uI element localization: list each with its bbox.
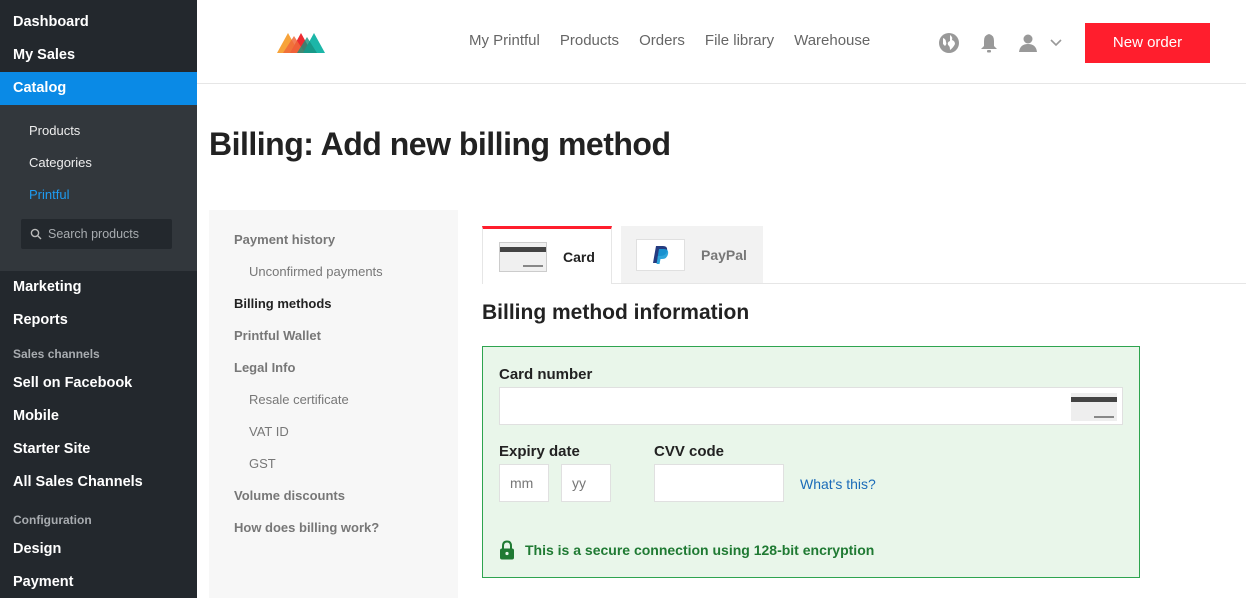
nav-file-library[interactable]: File library bbox=[705, 32, 774, 49]
tab-card-label: Card bbox=[563, 248, 595, 265]
search-icon bbox=[30, 228, 42, 240]
card-number-label: Card number bbox=[499, 366, 593, 383]
section-title: Billing method information bbox=[482, 301, 750, 324]
cvv-label: CVV code bbox=[654, 443, 725, 460]
sidebar-item-mobile[interactable]: Mobile bbox=[0, 400, 197, 433]
billing-nav-resale-certificate[interactable]: Resale certificate bbox=[209, 389, 458, 421]
printful-logo-icon bbox=[277, 33, 325, 53]
tab-paypal-label: PayPal bbox=[701, 246, 747, 263]
sidebar-item-payment[interactable]: Payment bbox=[0, 566, 197, 598]
user-icon[interactable] bbox=[1017, 32, 1039, 54]
billing-nav-billing-methods[interactable]: Billing methods bbox=[209, 293, 458, 325]
billing-nav-vat-id[interactable]: VAT ID bbox=[209, 421, 458, 453]
paypal-logo-icon bbox=[636, 238, 685, 271]
lock-icon bbox=[500, 540, 514, 560]
cvv-input[interactable] bbox=[654, 464, 784, 502]
expiry-date-label: Expiry date bbox=[499, 443, 580, 460]
tab-paypal[interactable]: PayPal bbox=[621, 226, 763, 283]
search-products-input[interactable] bbox=[48, 227, 163, 241]
top-header: My Printful Products Orders File library… bbox=[197, 0, 1246, 84]
sidebar-heading-configuration: Configuration bbox=[13, 513, 92, 527]
nav-orders[interactable]: Orders bbox=[639, 32, 685, 49]
billing-nav-unconfirmed-payments[interactable]: Unconfirmed payments bbox=[209, 261, 458, 293]
secure-connection-text: This is a secure connection using 128-bi… bbox=[525, 542, 875, 558]
admin-sidebar: Dashboard My Sales Catalog Products Cate… bbox=[0, 0, 197, 598]
sidebar-item-design[interactable]: Design bbox=[0, 533, 197, 566]
billing-nav-volume-discounts[interactable]: Volume discounts bbox=[209, 485, 458, 517]
card-number-wrapper bbox=[499, 387, 1123, 425]
tab-card[interactable]: Card bbox=[482, 226, 612, 284]
whats-this-link[interactable]: What's this? bbox=[800, 476, 876, 492]
sidebar-search bbox=[21, 219, 172, 249]
sidebar-item-all-sales-channels[interactable]: All Sales Channels bbox=[0, 466, 197, 499]
sidebar-item-dashboard[interactable]: Dashboard bbox=[0, 6, 197, 39]
sidebar-subitem-printful[interactable]: Printful bbox=[0, 179, 197, 211]
nav-my-printful[interactable]: My Printful bbox=[469, 32, 540, 49]
nav-products[interactable]: Products bbox=[560, 32, 619, 49]
billing-nav: Payment history Unconfirmed payments Bil… bbox=[209, 210, 458, 598]
main-nav: My Printful Products Orders File library… bbox=[469, 32, 890, 49]
card-brand-icon bbox=[1071, 393, 1117, 421]
globe-icon[interactable] bbox=[938, 32, 960, 54]
sidebar-item-my-sales[interactable]: My Sales bbox=[0, 39, 197, 72]
catalog-submenu: Products Categories Printful bbox=[0, 105, 197, 271]
sidebar-item-catalog[interactable]: Catalog bbox=[0, 72, 197, 105]
billing-form: Card number Expiry date CVV code What's … bbox=[482, 346, 1140, 578]
billing-nav-printful-wallet[interactable]: Printful Wallet bbox=[209, 325, 458, 357]
sidebar-item-marketing[interactable]: Marketing bbox=[0, 271, 197, 304]
sidebar-item-sell-on-facebook[interactable]: Sell on Facebook bbox=[0, 367, 197, 400]
billing-nav-gst[interactable]: GST bbox=[209, 453, 458, 485]
sidebar-heading-sales-channels: Sales channels bbox=[13, 347, 100, 361]
credit-card-icon bbox=[499, 241, 547, 272]
nav-warehouse[interactable]: Warehouse bbox=[794, 32, 870, 49]
page-title: Billing: Add new billing method bbox=[209, 126, 671, 162]
card-number-input[interactable] bbox=[499, 387, 1123, 425]
billing-nav-how-billing-works[interactable]: How does billing work? bbox=[209, 517, 458, 549]
billing-nav-legal-info[interactable]: Legal Info bbox=[209, 357, 458, 389]
expiry-year-input[interactable] bbox=[561, 464, 611, 502]
sidebar-item-reports[interactable]: Reports bbox=[0, 304, 197, 337]
sidebar-subitem-categories[interactable]: Categories bbox=[0, 147, 197, 179]
chevron-down-icon[interactable] bbox=[1049, 36, 1063, 50]
sidebar-subitem-products[interactable]: Products bbox=[0, 115, 197, 147]
secure-connection-notice: This is a secure connection using 128-bi… bbox=[499, 540, 874, 560]
bell-icon[interactable] bbox=[978, 32, 1000, 54]
expiry-month-input[interactable] bbox=[499, 464, 549, 502]
sidebar-item-starter-site[interactable]: Starter Site bbox=[0, 433, 197, 466]
billing-nav-payment-history[interactable]: Payment history bbox=[209, 229, 458, 261]
new-order-button[interactable]: New order bbox=[1085, 23, 1210, 63]
